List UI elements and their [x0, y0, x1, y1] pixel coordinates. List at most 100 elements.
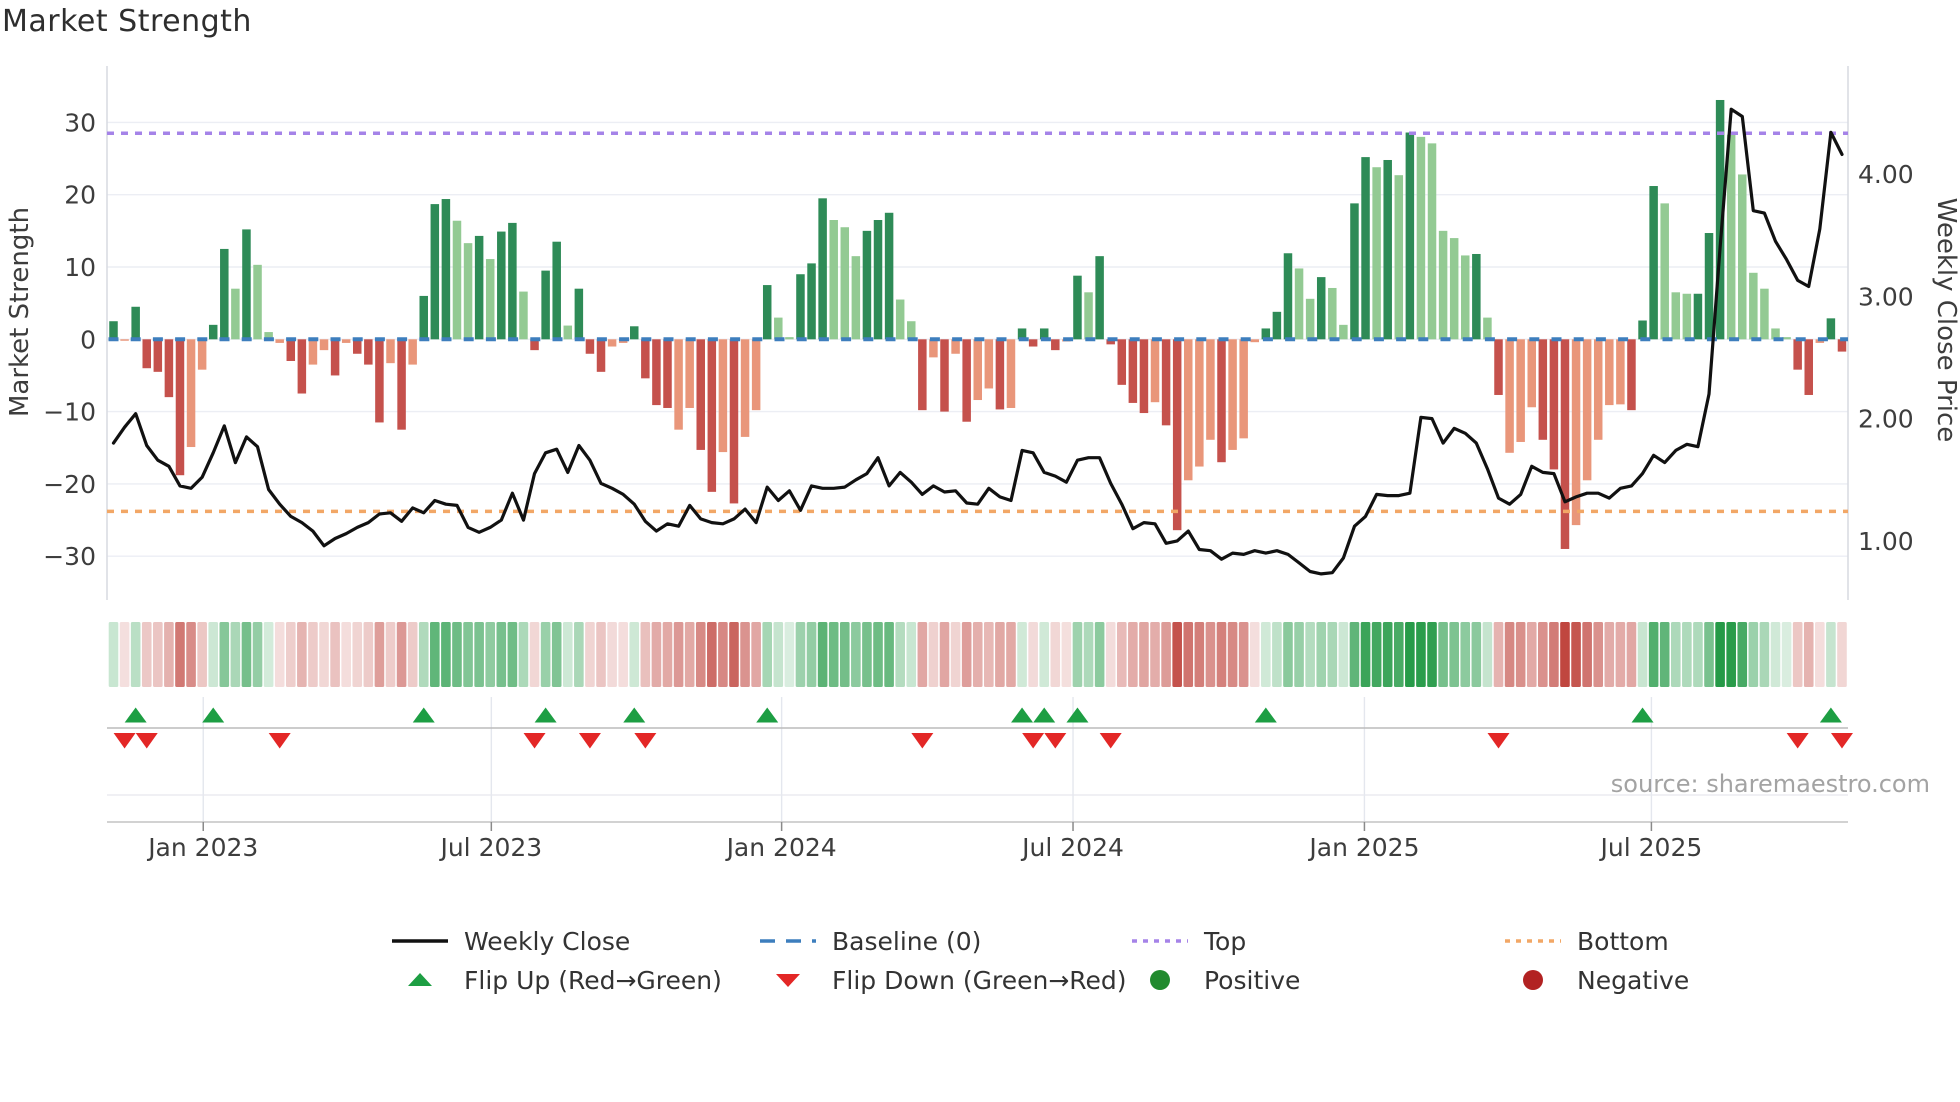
heatmap-cell — [1371, 622, 1382, 687]
negative-strength-bar — [1804, 339, 1813, 395]
positive-strength-bar — [818, 198, 827, 340]
heatmap-cell — [1128, 622, 1138, 687]
flip-down-marker — [1830, 733, 1853, 749]
heatmap-cell — [1305, 622, 1315, 687]
negative-strength-bar — [641, 339, 650, 379]
heatmap-cell — [995, 622, 1005, 687]
heatmap-cell — [119, 622, 130, 687]
heatmap-cell — [1560, 622, 1570, 687]
heatmap-cell — [1272, 622, 1282, 687]
negative-strength-bar — [375, 339, 384, 423]
heatmap-cell — [751, 622, 761, 687]
heatmap-cell — [1759, 622, 1770, 687]
heatmap-cell — [164, 622, 174, 687]
negative-strength-bar — [1028, 339, 1038, 347]
negative-strength-bar — [1195, 339, 1204, 467]
heatmap-cell — [153, 622, 163, 687]
y-tick-label-right: 1.00 — [1858, 527, 1914, 556]
positive-strength-bar — [907, 321, 916, 340]
heatmap-cell — [1416, 622, 1426, 687]
heatmap-cell — [839, 622, 850, 687]
negative-strength-bar — [1228, 339, 1237, 450]
negative-strength-bar — [330, 339, 340, 376]
heatmap-cell — [1393, 622, 1404, 687]
heatmap-cell — [851, 622, 861, 687]
line-black-legend-swatch — [392, 939, 448, 943]
heatmap-cell — [729, 622, 739, 687]
heatmap-cell — [1549, 622, 1559, 687]
heatmap-cell — [939, 622, 950, 687]
legend-item-negative: Negative — [1503, 965, 1690, 995]
y-tick-label-right: 2.00 — [1858, 405, 1914, 434]
heatmap-cell — [1139, 622, 1149, 687]
negative-strength-bar — [164, 339, 174, 398]
negative-strength-bar — [297, 339, 307, 394]
heatmap-cell — [274, 622, 285, 687]
heatmap-cell — [1826, 622, 1836, 687]
positive-strength-bar — [452, 220, 462, 340]
positive-strength-bar — [1449, 238, 1459, 340]
negative-strength-bar — [1051, 339, 1060, 351]
positive-strength-bar — [1305, 298, 1315, 340]
positive-strength-bar — [1095, 256, 1104, 340]
positive-strength-bar — [1461, 255, 1470, 340]
heatmap-cell — [241, 622, 252, 687]
negative-strength-bar — [685, 339, 694, 408]
heatmap-cell — [1006, 622, 1016, 687]
flip-down-marker — [1786, 733, 1809, 749]
heatmap-cell — [1316, 622, 1327, 687]
heatmap-cell — [1604, 622, 1615, 687]
heatmap-cell — [551, 622, 562, 687]
heatmap-cell — [518, 622, 529, 687]
positive-strength-bar — [519, 291, 528, 340]
heatmap-cell — [297, 622, 307, 687]
positive-strength-bar — [895, 299, 905, 340]
heatmap-cell — [507, 622, 518, 687]
flip-down-marker — [634, 733, 657, 749]
positive-strength-bar — [785, 337, 794, 340]
x-tick-label: Jan 2023 — [146, 833, 258, 862]
positive-strength-bar — [1738, 174, 1747, 340]
heatmap-cell — [562, 622, 573, 687]
positive-strength-bar — [253, 264, 262, 340]
flip-up-marker — [1033, 707, 1056, 723]
heatmap-cell — [1803, 622, 1814, 687]
heatmap-cell — [341, 622, 351, 687]
positive-strength-bar — [1671, 292, 1681, 340]
heatmap-cell — [762, 622, 773, 687]
negative-strength-bar — [1582, 339, 1592, 481]
negative-strength-bar — [308, 339, 318, 365]
heatmap-cell — [219, 622, 230, 687]
flip-down-marker — [1022, 733, 1045, 749]
heatmap-cell — [695, 622, 706, 687]
negative-strength-bar — [663, 339, 672, 408]
positive-strength-bar — [1350, 203, 1359, 340]
legend-item-top: Top — [1130, 927, 1246, 956]
negative-strength-bar — [1139, 339, 1149, 414]
negative-strength-bar — [1239, 339, 1248, 439]
flip-down-marker — [135, 733, 158, 749]
heatmap-cell — [396, 622, 407, 687]
flip-down-marker — [523, 733, 546, 749]
negative-strength-bar — [1605, 339, 1614, 406]
heatmap-cell — [1427, 622, 1437, 687]
positive-strength-bar — [485, 259, 495, 340]
heatmap-cell — [673, 622, 684, 687]
heatmap-cell — [1105, 622, 1116, 687]
flip-up-marker — [1819, 707, 1842, 723]
right-axis-title: Weekly Close Price — [1931, 198, 1960, 443]
positive-strength-bar — [1704, 233, 1714, 340]
positive-strength-bar — [884, 212, 894, 340]
negative-strength-bar — [386, 339, 395, 364]
legend-label: Negative — [1577, 965, 1690, 995]
negative-strength-bar — [652, 339, 661, 406]
heatmap-cell — [1283, 622, 1293, 687]
heatmap-cell — [684, 622, 695, 687]
heatmap-cell — [1460, 622, 1471, 687]
heatmap-cell — [574, 622, 584, 687]
negative-strength-bar — [707, 339, 717, 492]
positive-strength-bar — [1438, 230, 1448, 340]
heatmap-cell — [496, 622, 507, 687]
heatmap-cell — [252, 622, 263, 687]
dot-red-legend-swatch — [1523, 970, 1543, 990]
